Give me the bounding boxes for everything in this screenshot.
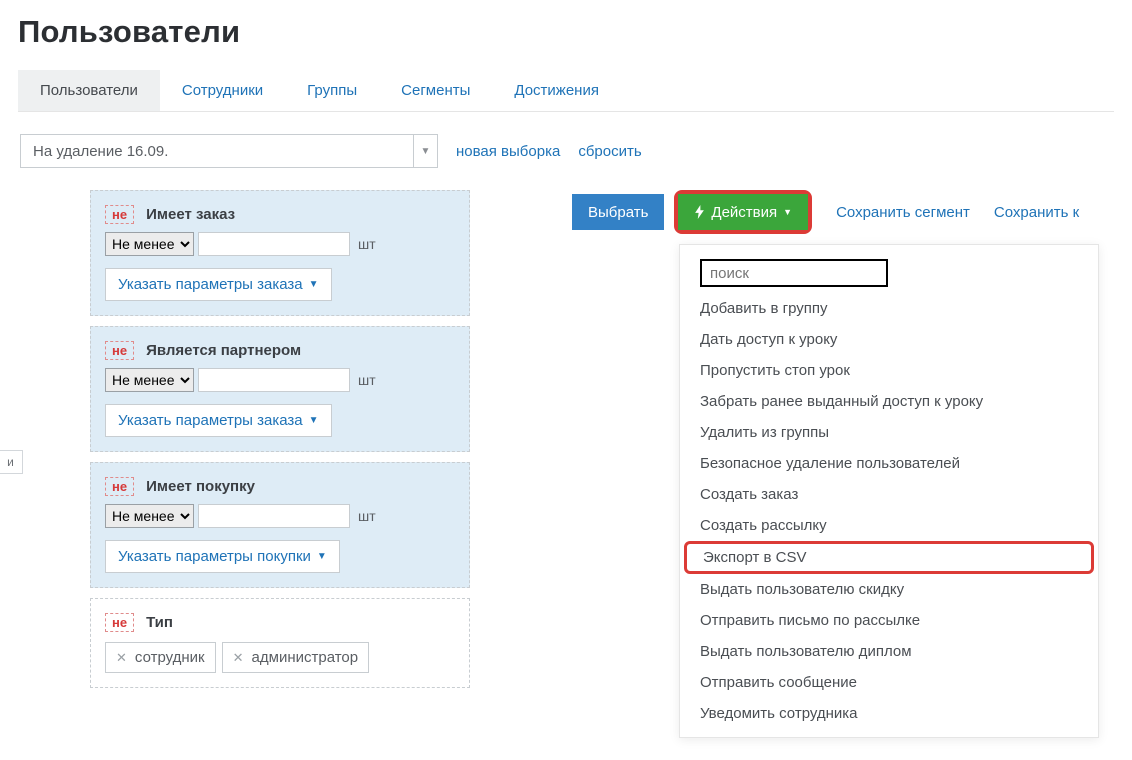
filter-card: не Является партнером Не менее шт Указат… — [90, 326, 470, 452]
tab-groups[interactable]: Группы — [285, 70, 379, 111]
comparison-select[interactable]: Не менее — [105, 368, 194, 392]
action-safe-delete-users[interactable]: Безопасное удаление пользователей — [680, 448, 1098, 479]
order-params-button[interactable]: Указать параметры заказа▼ — [105, 268, 332, 301]
action-add-to-group[interactable]: Добавить в группу — [680, 293, 1098, 324]
action-remove-from-group[interactable]: Удалить из группы — [680, 417, 1098, 448]
chevron-down-icon: ▼ — [783, 207, 792, 217]
actions-bar: Выбрать Действия ▼ Сохранить сегмент Сох… — [572, 190, 1114, 234]
highlight-actions: Действия ▼ — [674, 190, 812, 234]
tabs: Пользователи Сотрудники Группы Сегменты … — [18, 70, 1114, 112]
bolt-icon — [694, 205, 705, 219]
page-title: Пользователи — [18, 14, 1114, 50]
quantity-input[interactable] — [198, 368, 350, 392]
chevron-down-icon: ▼ — [413, 135, 437, 167]
tag-employee[interactable]: ✕сотрудник — [105, 642, 216, 673]
saved-filter-select[interactable]: На удаление 16.09. ▼ — [20, 134, 438, 168]
action-create-mailing[interactable]: Создать рассылку — [680, 510, 1098, 541]
not-toggle[interactable]: не — [105, 341, 134, 360]
save-next-link[interactable]: Сохранить к — [994, 204, 1079, 221]
action-notify-employee[interactable]: Уведомить сотрудника — [680, 698, 1098, 729]
saved-filter-value: На удаление 16.09. — [21, 143, 413, 160]
unit-label: шт — [358, 372, 376, 388]
condition-title: Имеет заказ — [146, 206, 235, 223]
comparison-select[interactable]: Не менее — [105, 504, 194, 528]
filter-card: не Имеет заказ Не менее шт Указать парам… — [90, 190, 470, 316]
tab-segments[interactable]: Сегменты — [379, 70, 492, 111]
action-send-message[interactable]: Отправить сообщение — [680, 667, 1098, 698]
action-create-order[interactable]: Создать заказ — [680, 479, 1098, 510]
unit-label: шт — [358, 236, 376, 252]
tab-achievements[interactable]: Достижения — [492, 70, 621, 111]
filter-bar: На удаление 16.09. ▼ новая выборка сброс… — [18, 112, 1114, 190]
order-params-button[interactable]: Указать параметры заказа▼ — [105, 404, 332, 437]
tab-employees[interactable]: Сотрудники — [160, 70, 285, 111]
condition-title: Является партнером — [146, 342, 301, 359]
purchase-params-button[interactable]: Указать параметры покупки▼ — [105, 540, 340, 573]
quantity-input[interactable] — [198, 232, 350, 256]
and-operator-pill: и — [0, 450, 23, 474]
tag-admin[interactable]: ✕администратор — [222, 642, 369, 673]
close-icon[interactable]: ✕ — [233, 650, 244, 666]
action-export-csv[interactable]: Экспорт в CSV — [684, 541, 1094, 574]
not-toggle[interactable]: не — [105, 477, 134, 496]
chevron-down-icon: ▼ — [309, 415, 319, 426]
action-grant-discount[interactable]: Выдать пользователю скидку — [680, 574, 1098, 605]
action-skip-stop-lesson[interactable]: Пропустить стоп урок — [680, 355, 1098, 386]
not-toggle[interactable]: не — [105, 613, 134, 632]
action-revoke-lesson-access[interactable]: Забрать ранее выданный доступ к уроку — [680, 386, 1098, 417]
filter-card: не Имеет покупку Не менее шт Указать пар… — [90, 462, 470, 588]
unit-label: шт — [358, 508, 376, 524]
new-selection-link[interactable]: новая выборка — [456, 143, 560, 160]
action-grant-diploma[interactable]: Выдать пользователю диплом — [680, 636, 1098, 667]
action-send-mailing-letter[interactable]: Отправить письмо по рассылке — [680, 605, 1098, 636]
chevron-down-icon: ▼ — [317, 551, 327, 562]
actions-dropdown: Добавить в группу Дать доступ к уроку Пр… — [679, 244, 1099, 738]
close-icon[interactable]: ✕ — [116, 650, 127, 666]
actions-dropdown-button[interactable]: Действия ▼ — [678, 194, 808, 230]
reset-link[interactable]: сбросить — [578, 143, 641, 160]
quantity-input[interactable] — [198, 504, 350, 528]
action-grant-lesson-access[interactable]: Дать доступ к уроку — [680, 324, 1098, 355]
chevron-down-icon: ▼ — [309, 279, 319, 290]
dropdown-search-input[interactable] — [700, 259, 888, 287]
tab-users[interactable]: Пользователи — [18, 70, 160, 111]
comparison-select[interactable]: Не менее — [105, 232, 194, 256]
not-toggle[interactable]: не — [105, 205, 134, 224]
condition-title: Тип — [146, 614, 173, 631]
save-segment-link[interactable]: Сохранить сегмент — [836, 204, 970, 221]
select-button[interactable]: Выбрать — [572, 194, 664, 230]
condition-title: Имеет покупку — [146, 478, 255, 495]
filter-card: не Тип ✕сотрудник ✕администратор — [90, 598, 470, 688]
